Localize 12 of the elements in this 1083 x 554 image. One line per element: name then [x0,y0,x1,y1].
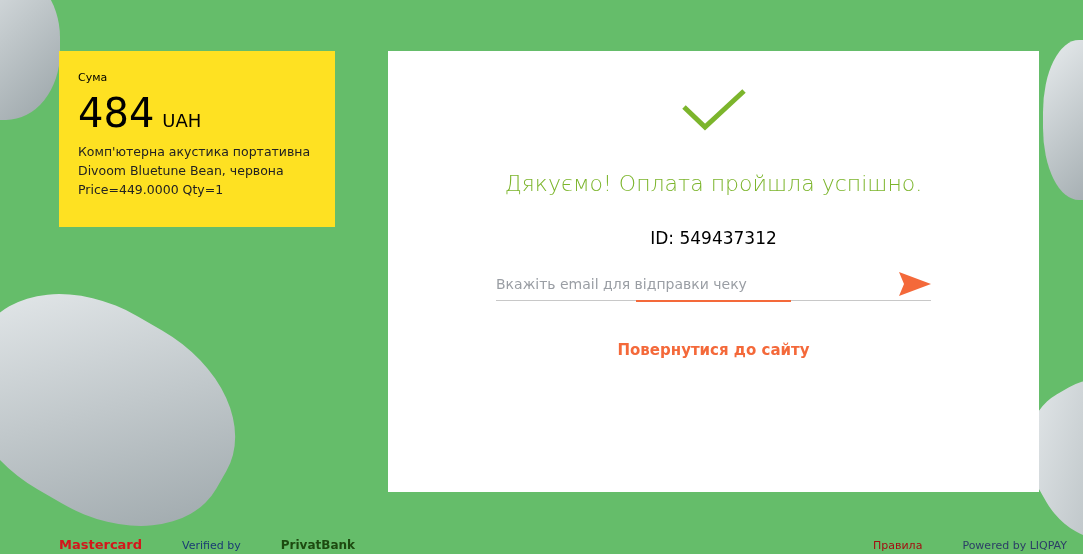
footer-link[interactable]: Правила [873,539,923,552]
footer-link[interactable]: Powered by LIQPAY [962,539,1067,552]
order-description: Комп'ютерна акустика портативна Divoom Bluetune Bean, червона Price=449.0000 Qty=1 [78,143,312,199]
payment-id: ID: 549437312 [650,228,777,248]
footer-logo-text: Verified by [182,539,241,552]
back-to-site-link[interactable]: Повернутися до сайту [617,341,810,359]
success-message: Дякуємо! Оплата пройшла успішно. [504,171,923,196]
amount-label: Сума [78,71,109,84]
footer-logo-text: PrivatBank [280,538,356,552]
amount-value: 484 [78,90,155,136]
footer-logo-text: Mastercard [59,537,143,552]
currency-label: UAH [162,110,202,131]
